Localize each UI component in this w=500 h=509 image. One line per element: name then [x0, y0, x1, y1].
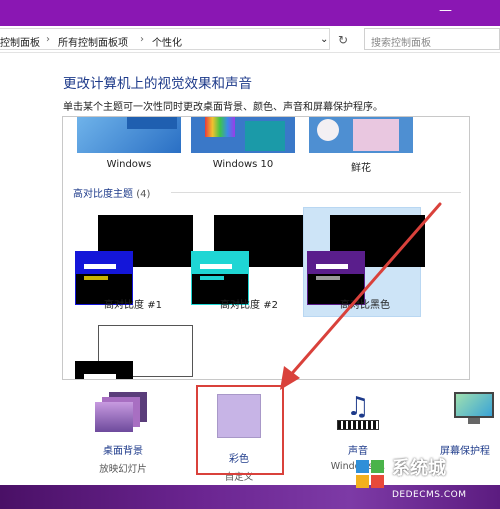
- annotation-arrow: [280, 202, 442, 390]
- windows-logo-icon: [356, 460, 386, 490]
- watermark-subtitle: 织梦内容管理系统: [398, 477, 471, 487]
- watermark-domain: DEDECMS.COM: [392, 490, 467, 500]
